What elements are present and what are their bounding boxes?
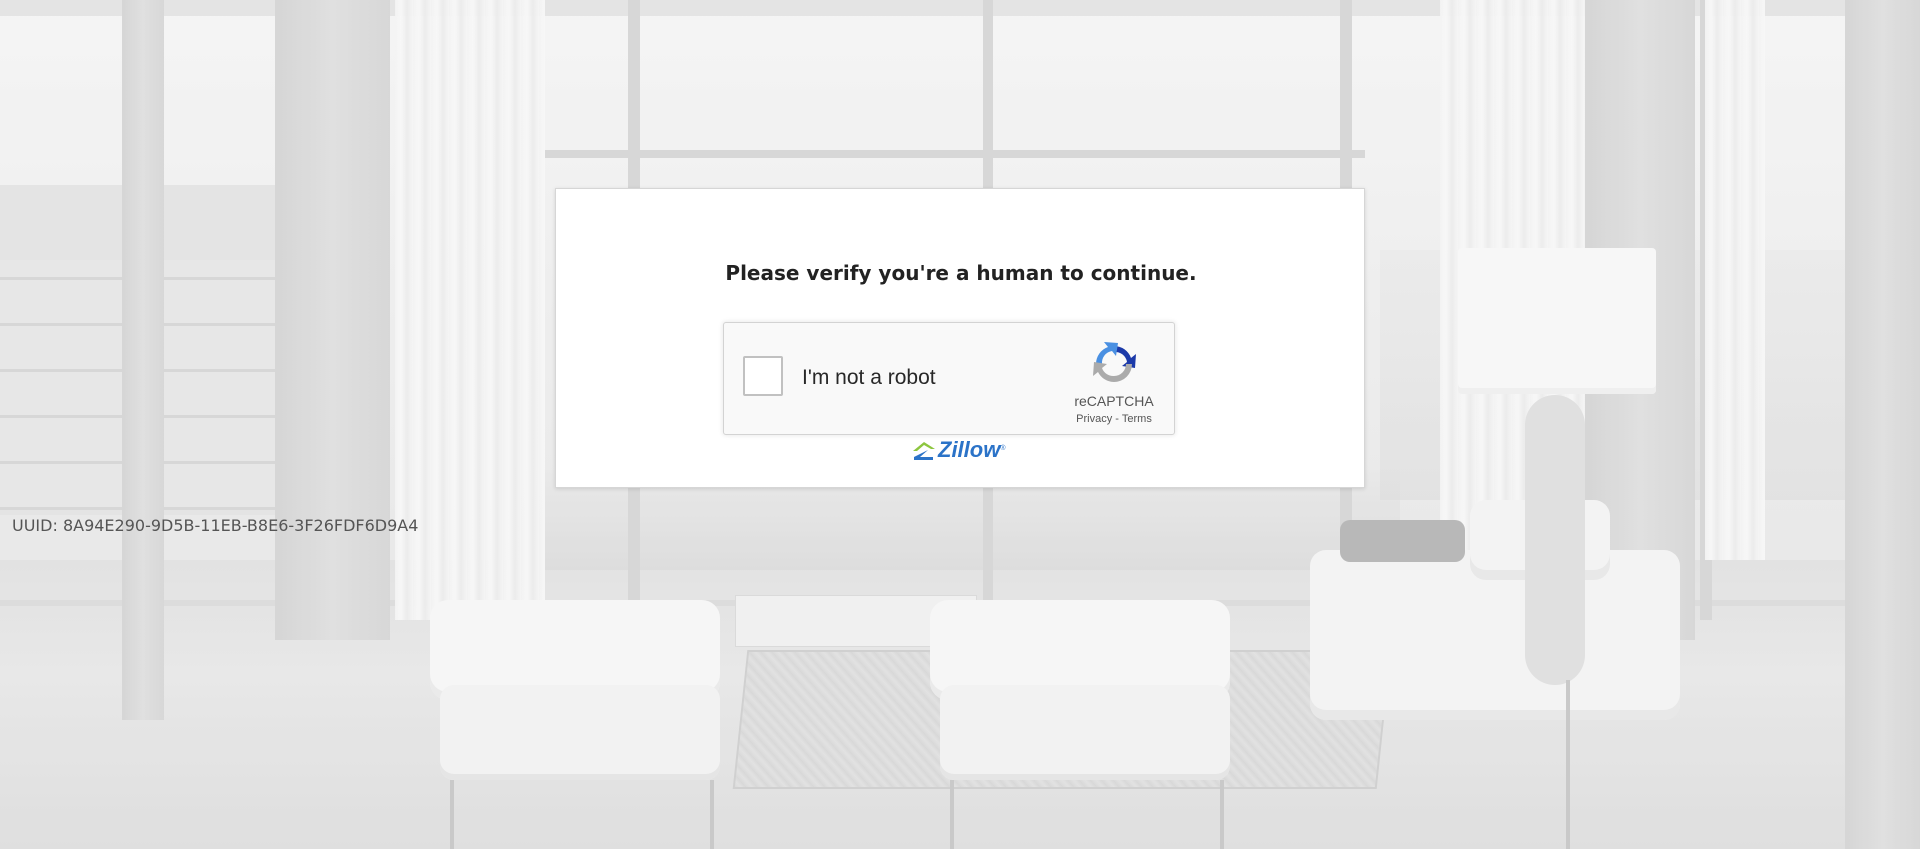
zillow-logo-icon	[913, 442, 935, 460]
recaptcha-logo-icon	[1093, 342, 1136, 382]
zillow-trademark: ®	[1000, 445, 1006, 452]
recaptcha-links: Privacy - Terms	[1049, 413, 1179, 425]
zillow-logo: Zillow ®	[911, 437, 1006, 463]
verification-dialog: Please verify you're a human to continue…	[555, 188, 1365, 488]
privacy-link[interactable]: Privacy	[1076, 413, 1112, 425]
page: UUID: 8A94E290-9D5B-11EB-B8E6-3F26FDF6D9…	[0, 0, 1920, 849]
dialog-title: Please verify you're a human to continue…	[725, 261, 1197, 285]
zillow-wordmark: Zillow	[938, 437, 1001, 462]
uuid-label: UUID: 8A94E290-9D5B-11EB-B8E6-3F26FDF6D9…	[12, 516, 419, 535]
terms-link[interactable]: Terms	[1122, 413, 1152, 425]
recaptcha-brand: reCAPTCHA	[1074, 393, 1154, 409]
recaptcha-checkbox[interactable]	[743, 356, 783, 396]
recaptcha-checkbox-label[interactable]: I'm not a robot	[802, 366, 936, 390]
recaptcha-widget: I'm not a robot reCAPTCHA Privacy - Terms	[723, 322, 1175, 435]
links-separator: -	[1115, 413, 1119, 425]
